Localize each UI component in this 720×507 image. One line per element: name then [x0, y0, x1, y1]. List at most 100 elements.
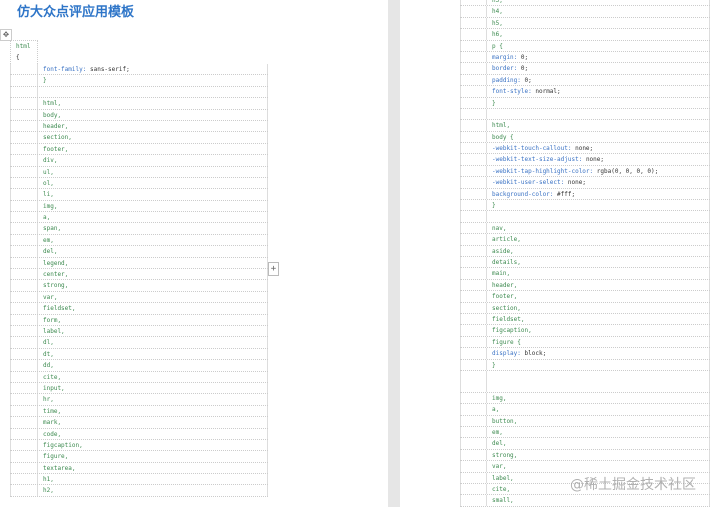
code-cell[interactable]: legend, — [38, 257, 268, 269]
code-cell[interactable]: label, — [38, 325, 268, 337]
code-cell[interactable]: } — [487, 359, 710, 370]
code-cell[interactable]: -webkit-user-select: none; — [487, 177, 710, 188]
code-cell[interactable]: border: 0; — [487, 63, 710, 74]
code-cell[interactable]: code, — [38, 428, 268, 439]
gutter-cell — [10, 371, 38, 382]
code-cell[interactable] — [38, 86, 268, 98]
code-cell[interactable]: em, — [487, 427, 710, 438]
code-cell[interactable]: display: block; — [487, 348, 710, 359]
code-cell[interactable]: time, — [38, 405, 268, 417]
gutter-cell — [460, 348, 487, 359]
code-cell[interactable] — [487, 108, 710, 120]
code-cell[interactable]: li, — [38, 189, 268, 200]
code-cell[interactable]: hr, — [38, 394, 268, 405]
code-cell[interactable]: span, — [38, 223, 268, 234]
code-cell[interactable]: del, — [487, 438, 710, 449]
code-cell[interactable]: ol, — [38, 177, 268, 189]
code-cell[interactable]: main, — [487, 268, 710, 279]
code-cell[interactable]: footer, — [38, 143, 268, 155]
table-row: footer, — [460, 291, 710, 303]
css-selector: aside, — [492, 247, 514, 255]
code-cell[interactable]: section, — [38, 132, 268, 143]
code-cell[interactable]: del, — [38, 246, 268, 257]
code-cell[interactable]: img, — [38, 200, 268, 212]
code-cell[interactable]: img, — [487, 392, 710, 404]
table-row: strong, — [460, 449, 710, 462]
code-cell[interactable]: mark, — [38, 417, 268, 428]
code-cell[interactable]: figure, — [38, 451, 268, 462]
gutter-cell — [460, 63, 487, 74]
code-cell[interactable]: article, — [487, 234, 710, 245]
code-cell[interactable]: } — [487, 97, 710, 108]
code-cell[interactable]: -webkit-touch-callout: none; — [487, 143, 710, 154]
code-cell[interactable]: cite, — [38, 371, 268, 382]
gutter-cell — [460, 291, 487, 302]
code-cell[interactable]: h5, — [487, 17, 710, 29]
code-cell[interactable]: em, — [38, 234, 268, 246]
code-cell[interactable]: html, — [487, 120, 710, 131]
code-cell[interactable]: var, — [487, 461, 710, 472]
code-cell[interactable]: dl, — [38, 337, 268, 348]
gutter-cell — [460, 449, 487, 461]
code-cell[interactable]: body, — [38, 109, 268, 120]
code-cell[interactable]: div, — [38, 155, 268, 166]
code-cell[interactable]: a, — [487, 404, 710, 415]
code-cell[interactable]: details, — [487, 256, 710, 268]
code-cell[interactable]: strong, — [487, 449, 710, 461]
code-cell[interactable] — [487, 211, 710, 222]
code-cell[interactable]: strong, — [38, 280, 268, 291]
code-cell[interactable]: input, — [38, 382, 268, 394]
code-cell[interactable]: font-family: sans-serif; — [38, 64, 268, 75]
code-cell[interactable]: header, — [487, 279, 710, 291]
code-cell[interactable]: fieldset, — [487, 313, 710, 325]
code-cell[interactable] — [487, 370, 710, 392]
code-cell[interactable]: h4, — [487, 6, 710, 17]
gutter-cell — [460, 438, 487, 449]
code-cell[interactable]: a, — [38, 212, 268, 223]
code-cell[interactable]: nav, — [487, 222, 710, 234]
code-cell[interactable]: textarea, — [38, 462, 268, 474]
code-cell[interactable]: h3, — [487, 0, 710, 6]
code-cell[interactable]: margin: 0; — [487, 51, 710, 63]
table-row: font-style: normal; — [460, 86, 710, 98]
code-cell[interactable]: h6, — [487, 29, 710, 40]
code-cell[interactable]: h1, — [38, 474, 268, 485]
gutter-cell — [460, 131, 487, 143]
code-cell[interactable]: button, — [487, 415, 710, 427]
code-cell[interactable]: dd, — [38, 360, 268, 371]
gutter-cell — [460, 392, 487, 404]
code-cell[interactable]: p { — [487, 40, 710, 51]
code-cell[interactable]: form, — [38, 314, 268, 325]
table-row: } — [460, 359, 710, 371]
code-cell[interactable]: } — [487, 200, 710, 211]
code-cell[interactable]: -webkit-text-size-adjust: none; — [487, 154, 710, 165]
css-property: font-family — [43, 66, 83, 73]
css-selector: mark, — [43, 419, 62, 427]
code-cell[interactable]: } — [38, 75, 268, 86]
code-cell[interactable]: center, — [38, 269, 268, 280]
code-cell[interactable]: aside, — [487, 245, 710, 256]
code-cell[interactable]: -webkit-tap-highlight-color: rgba(0, 0, … — [487, 165, 710, 177]
code-cell[interactable]: html, — [38, 98, 268, 109]
add-column-button[interactable]: + — [268, 262, 279, 276]
code-cell[interactable]: ul, — [38, 166, 268, 177]
css-selector: footer, — [43, 145, 69, 153]
code-cell[interactable]: figcaption, — [38, 439, 268, 451]
code-cell[interactable]: footer, — [487, 291, 710, 302]
css-selector: li, — [43, 191, 54, 199]
code-cell[interactable]: fieldset, — [38, 303, 268, 314]
gutter-cell — [460, 427, 487, 438]
code-cell[interactable]: body { — [487, 131, 710, 143]
code-cell[interactable]: h2, — [38, 485, 268, 496]
code-cell[interactable]: font-style: normal; — [487, 86, 710, 97]
code-cell[interactable]: small, — [487, 495, 710, 506]
code-cell[interactable]: var, — [38, 291, 268, 303]
code-cell[interactable]: figcaption, — [487, 325, 710, 336]
code-cell[interactable]: padding: 0; — [487, 74, 710, 86]
gutter-cell — [10, 394, 38, 405]
code-cell[interactable]: background-color: #fff; — [487, 188, 710, 200]
code-cell[interactable]: figure { — [487, 336, 710, 348]
code-cell[interactable]: dt, — [38, 348, 268, 360]
code-cell[interactable]: section, — [487, 302, 710, 313]
code-cell[interactable]: header, — [38, 120, 268, 132]
